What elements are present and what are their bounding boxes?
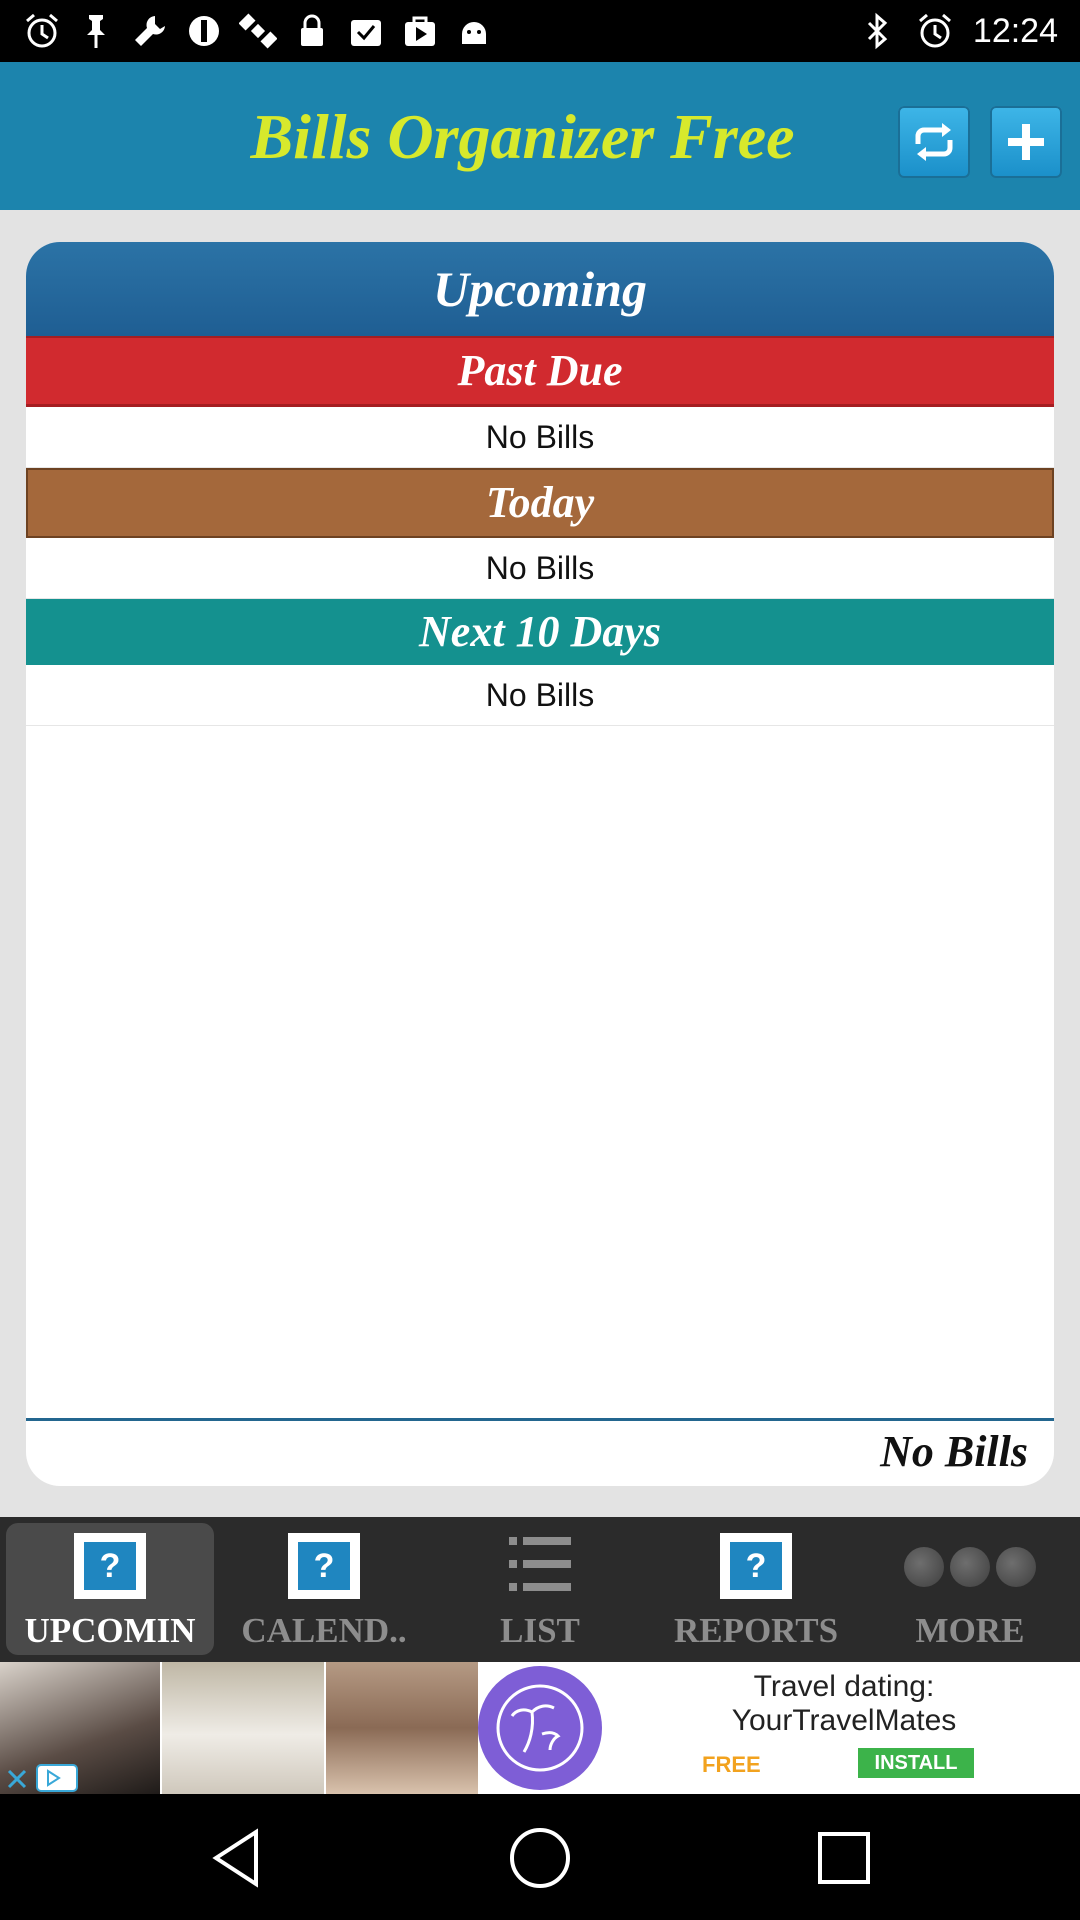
add-bill-button[interactable] [990,106,1062,178]
tab-list[interactable]: LIST [436,1523,644,1655]
empty-message-today: No Bills [26,538,1054,599]
alarm-icon [915,11,955,51]
wrench-icon [130,11,170,51]
ad-price: FREE [702,1752,761,1777]
help-icon: ? [288,1533,360,1599]
lock-icon [292,11,332,51]
tab-label: CALEND.. [241,1611,407,1650]
recents-icon [818,1832,870,1884]
ad-photo [162,1662,324,1794]
tab-calendar[interactable]: ? CALEND.. [220,1523,428,1655]
clipboard-check-icon [346,11,386,51]
ad-subheadline: YourTravelMates [731,1704,957,1737]
app-toolbar: Bills Organizer Free [0,62,1080,210]
refresh-button[interactable] [898,106,970,178]
footer-total: No Bills [880,1427,1028,1476]
ad-banner[interactable]: Travel dating: YourTravelMates FREE INST… [0,1662,1080,1794]
pin-icon [76,11,116,51]
footer-divider [26,1418,1054,1421]
notification-icons [0,11,494,51]
play-store-icon [400,11,440,51]
empty-message-past-due: No Bills [26,407,1054,468]
ad-text: Travel dating: YourTravelMates [602,1670,1080,1738]
satellite-icon [238,11,278,51]
app-title: Bills Organizer Free [250,101,795,172]
clock: 12:24 [972,11,1058,50]
home-icon [510,1828,570,1888]
alarm-icon [22,11,62,51]
bluetooth-icon [857,11,897,51]
ad-app-logo [478,1666,602,1790]
section-header-today[interactable]: Today [26,468,1054,538]
home-button[interactable] [500,1818,580,1898]
ad-choices-icon[interactable] [36,1764,78,1792]
tab-reports[interactable]: ? REPORTS [652,1523,860,1655]
system-status: 12:24 [857,11,1080,51]
ad-close-icon[interactable] [4,1766,30,1792]
ad-headline: Travel dating: [753,1670,935,1703]
tab-label: MORE [915,1611,1025,1650]
system-nav-bar [0,1794,1080,1920]
tab-more[interactable]: MORE [866,1523,1074,1655]
refresh-icon [915,123,953,161]
ad-install-button[interactable]: INSTALL [858,1748,974,1778]
help-icon: ? [720,1533,792,1599]
sync-icon [184,11,224,51]
status-bar: 12:24 [0,0,1080,62]
back-button[interactable] [196,1818,276,1898]
tab-label: LIST [500,1611,580,1650]
android-icon [454,11,494,51]
plus-icon [1008,124,1044,160]
tab-label: REPORTS [673,1611,839,1650]
bottom-tab-bar: ? UPCOMIN ? CALEND.. LIST ? REPORTS MORE [0,1517,1080,1662]
more-dots-icon [904,1547,1036,1587]
ad-photo [326,1662,478,1794]
section-header-past-due[interactable]: Past Due [26,336,1054,407]
card-title: Upcoming [26,242,1054,336]
section-header-next-10-days[interactable]: Next 10 Days [26,599,1054,665]
list-icon [507,1533,573,1600]
recents-button[interactable] [804,1818,884,1898]
content-area: Upcoming Past Due No Bills Today No Bill… [0,210,1080,1517]
tab-upcoming[interactable]: ? UPCOMIN [6,1523,214,1655]
back-icon [212,1828,258,1888]
upcoming-card: Upcoming Past Due No Bills Today No Bill… [26,242,1054,1486]
tab-label: UPCOMIN [24,1611,196,1650]
help-icon: ? [74,1533,146,1599]
empty-message-next-10-days: No Bills [26,665,1054,726]
